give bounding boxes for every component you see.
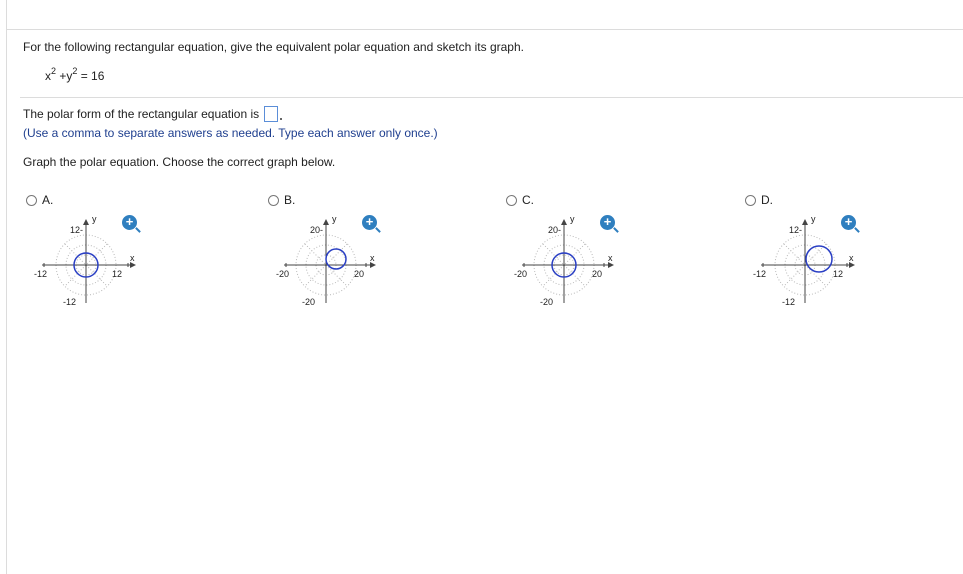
answer-hint: (Use a comma to separate answers as need… xyxy=(23,126,438,140)
top-divider xyxy=(6,29,963,30)
polar-form-prompt: The polar form of the rectangular equati… xyxy=(23,107,260,121)
graph-c-x-label: x xyxy=(608,253,613,263)
choice-b-label: B. xyxy=(284,193,296,207)
choice-b[interactable]: B. + y x 20- 20 -20 -20 xyxy=(268,193,428,333)
choice-d-header[interactable]: D. xyxy=(745,193,905,207)
graph-d-y-label: y xyxy=(811,214,816,224)
choice-c-radio[interactable] xyxy=(506,194,517,206)
graph-a-pos-y: 12- xyxy=(70,225,83,235)
graph-a-neg-x: -12 xyxy=(34,269,47,279)
graph-c-pos-x: 20 xyxy=(592,269,602,279)
graph-d-x-label: x xyxy=(849,253,854,263)
choice-c-label: C. xyxy=(522,193,534,207)
choice-a-header[interactable]: A. xyxy=(26,193,186,207)
graph-c-pos-y: 20- xyxy=(548,225,561,235)
graph-b-pos-y: 20- xyxy=(310,225,323,235)
graph-c: y x 20- 20 -20 -20 xyxy=(514,214,614,307)
left-border xyxy=(6,0,7,574)
choice-d-radio[interactable] xyxy=(745,194,756,206)
polar-form-line: The polar form of the rectangular equati… xyxy=(23,106,283,122)
choice-a-radio[interactable] xyxy=(26,194,37,206)
choice-a[interactable]: A. + y x 12- 12 -12 -12 xyxy=(26,193,186,333)
choice-c[interactable]: C. + y x 20- 20 -20 -20 xyxy=(506,193,666,333)
rectangular-equation: x2 +y2 = 16 xyxy=(45,66,105,84)
graph-d-neg-x: -12 xyxy=(753,269,766,279)
section-divider xyxy=(20,97,963,98)
graph-a-pos-x: 12 xyxy=(112,269,122,279)
period-dot xyxy=(280,118,283,120)
graph-d-neg-y: -12 xyxy=(782,297,795,307)
graph-c-neg-y: -20 xyxy=(540,297,553,307)
graph-c-y-label: y xyxy=(570,214,575,224)
polar-answer-input[interactable] xyxy=(264,106,279,122)
graph-a-neg-y: -12 xyxy=(63,297,76,307)
graph-b-neg-x: -20 xyxy=(276,269,289,279)
graph-d-axes xyxy=(761,219,855,303)
graph-b: y x 20- 20 -20 -20 xyxy=(276,214,376,307)
choice-b-header[interactable]: B. xyxy=(268,193,428,207)
graph-a-x-label: x xyxy=(130,253,135,263)
graph-a-axes xyxy=(42,219,136,303)
graph-b-circle xyxy=(325,248,347,270)
choice-b-radio[interactable] xyxy=(268,194,279,206)
graph-b-y-label: y xyxy=(332,214,337,224)
graph-b-neg-y: -20 xyxy=(302,297,315,307)
graph-a-y-label: y xyxy=(92,214,97,224)
graph-d-pos-y: 12- xyxy=(789,225,802,235)
graph-b-pos-x: 20 xyxy=(354,269,364,279)
graph-c-neg-x: -20 xyxy=(514,269,527,279)
question-instructions: For the following rectangular equation, … xyxy=(23,40,524,54)
graph-d: y x 12- 12 -12 -12 xyxy=(753,214,855,307)
choice-d[interactable]: D. + y x 12- 12 -12 -12 xyxy=(745,193,905,333)
graph-b-x-label: x xyxy=(370,253,375,263)
graph-prompt: Graph the polar equation. Choose the cor… xyxy=(23,155,336,169)
graph-d-circle xyxy=(805,245,833,273)
choice-a-label: A. xyxy=(42,193,54,207)
choice-d-label: D. xyxy=(761,193,773,207)
choice-c-header[interactable]: C. xyxy=(506,193,666,207)
graph-d-pos-x: 12 xyxy=(833,269,843,279)
graph-a: y x 12- 12 -12 -12 xyxy=(34,214,136,307)
